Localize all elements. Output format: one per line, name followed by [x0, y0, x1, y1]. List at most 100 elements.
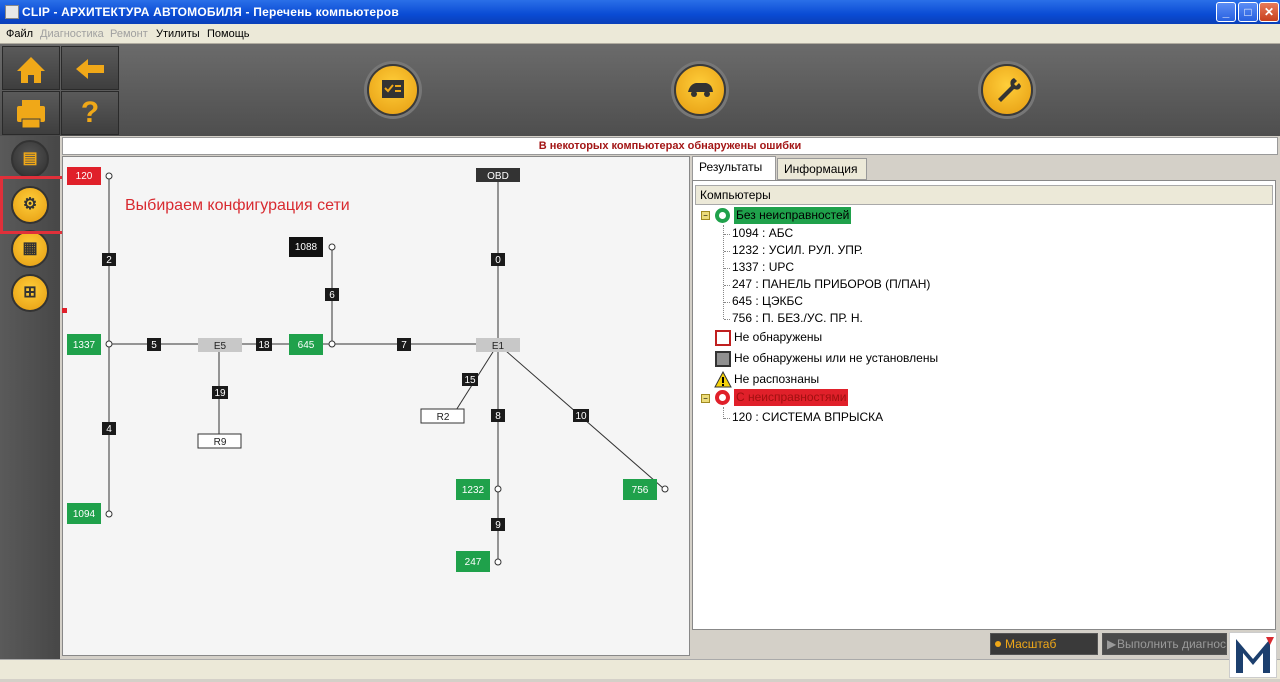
- ecu-node-label: 120: [76, 171, 93, 182]
- red-marker: [62, 308, 67, 313]
- tree-item[interactable]: 247 : ПАНЕЛЬ ПРИБОРОВ (П/ПАН): [732, 276, 930, 293]
- tab-results[interactable]: Результаты: [692, 156, 776, 181]
- menu-diagnostics[interactable]: Диагностика: [40, 28, 104, 40]
- resistor-node-label: R2: [437, 412, 450, 423]
- checklist-icon: [382, 80, 404, 98]
- junction-node-label: E5: [214, 341, 227, 352]
- tree-branch: [724, 319, 730, 320]
- tree-item[interactable]: 645 : ЦЭКБС: [732, 293, 803, 310]
- connector-dot: [494, 558, 502, 566]
- tab-information[interactable]: Информация: [777, 158, 867, 180]
- computers-tree: Компьютеры − Без неисправностей 1094 : А…: [692, 180, 1276, 630]
- connector-dot: [105, 340, 113, 348]
- resistor-node-label: R9: [214, 437, 227, 448]
- not-found-icon: [715, 330, 731, 346]
- tree-item[interactable]: 1232 : УСИЛ. РУЛ. УПР.: [732, 242, 863, 259]
- topology-icon: ⊞: [23, 284, 37, 301]
- menu-help[interactable]: Помощь: [207, 28, 250, 40]
- edge-label-15: 15: [464, 375, 476, 386]
- tree-branch: [724, 268, 730, 269]
- edge-label-10: 10: [575, 411, 587, 422]
- home-icon: [17, 57, 45, 83]
- help-button[interactable]: ?: [61, 91, 119, 135]
- group-unrecognized[interactable]: Не распознаны: [734, 371, 819, 388]
- connector-dot: [328, 340, 336, 348]
- window-title: CLIP - АРХИТЕКТУРА АВТОМОБИЛЯ - Перечень…: [22, 5, 399, 19]
- results-panel: Результаты Информация Компьютеры − Без н…: [692, 156, 1278, 630]
- connector-dot: [105, 172, 113, 180]
- edge-label-18: 18: [258, 340, 270, 351]
- edge-label-0: 0: [495, 255, 501, 266]
- tree-item[interactable]: 1094 : АБС: [732, 225, 793, 242]
- edge-labels: 2 4 5 18 6 7 19 0 15 8 10 9: [102, 253, 589, 531]
- home-button[interactable]: [2, 46, 60, 90]
- tree-branch: [724, 418, 730, 419]
- tree-item[interactable]: 756 : П. БЕЗ./УС. ПР. Н.: [732, 310, 863, 327]
- group-not-found[interactable]: Не обнаружены: [734, 329, 822, 346]
- scale-button-label: Масштаб: [1005, 637, 1057, 651]
- menu-utilities[interactable]: Утилиты: [156, 28, 200, 40]
- bottom-actions: Масштаб ▶ Выполнить диагностику: [692, 630, 1278, 658]
- ecu-node-label: 247: [465, 557, 482, 568]
- obd-node-label: OBD: [487, 171, 509, 182]
- tree-branch: [724, 285, 730, 286]
- ecu-node-label: 1232: [462, 485, 485, 496]
- network-nodes: 120 1337 1094 645 1088 E5 R9 OBD E1 R2 1…: [67, 167, 657, 572]
- edge-label-4: 4: [106, 424, 112, 435]
- report-button[interactable]: ▦: [11, 230, 49, 268]
- network-svg: 2 4 5 18 6 7 19 0 15 8 10 9 120 1337 109…: [67, 167, 669, 572]
- vehicle-diagnostic-button[interactable]: [674, 64, 726, 116]
- question-mark-icon: ?: [80, 96, 100, 129]
- group-faulty[interactable]: С неисправностями: [734, 389, 849, 406]
- tree-branch: [724, 251, 730, 252]
- tree-item[interactable]: 1337 : UPC: [732, 259, 794, 276]
- collapse-toggle[interactable]: −: [701, 394, 710, 403]
- tree-branch: [724, 302, 730, 303]
- connector-dot: [328, 243, 336, 251]
- back-button[interactable]: [61, 46, 119, 90]
- edge-label-19: 19: [214, 388, 226, 399]
- maximize-button[interactable]: □: [1238, 2, 1258, 22]
- bullet-icon: [995, 641, 1001, 647]
- print-button[interactable]: [2, 91, 60, 135]
- close-button[interactable]: ✕: [1259, 2, 1279, 22]
- menu-bar: Файл Диагностика Ремонт Утилиты Помощь: [0, 24, 1280, 44]
- tree-branch: [724, 234, 730, 235]
- group-not-installed[interactable]: Не обнаружены или не установлены: [734, 350, 938, 367]
- toolbar: ?: [0, 44, 1280, 136]
- scale-button[interactable]: Масштаб: [990, 633, 1098, 655]
- tree-header[interactable]: Компьютеры: [695, 185, 1273, 205]
- menu-repair[interactable]: Ремонт: [110, 28, 148, 40]
- edge-label-2: 2: [106, 255, 112, 266]
- wrench-icon: [998, 78, 1021, 102]
- app-icon: [5, 5, 19, 19]
- ecu-list-button[interactable]: ▤: [11, 140, 49, 178]
- tree-item[interactable]: 120 : СИСТЕМА ВПРЫСКА: [732, 409, 883, 426]
- tree-line: [723, 225, 724, 319]
- printer-icon: [17, 100, 45, 129]
- junction-node-label: E1: [492, 341, 505, 352]
- status-bar: [0, 659, 1280, 679]
- ok-status-icon: [715, 208, 730, 223]
- ecu-node-label: 1094: [73, 509, 96, 520]
- edge-label-9: 9: [495, 520, 501, 531]
- error-notice: В некоторых компьютерах обнаружены ошибк…: [62, 137, 1278, 155]
- topology-button[interactable]: ⊞: [11, 274, 49, 312]
- minimize-button[interactable]: _: [1216, 2, 1236, 22]
- edge-label-8: 8: [495, 411, 501, 422]
- run-diagnostics-label: Выполнить диагностику: [1117, 637, 1227, 651]
- network-diagram: 2 4 5 18 6 7 19 0 15 8 10 9 120 1337 109…: [62, 156, 690, 656]
- menu-file[interactable]: Файл: [6, 28, 33, 40]
- collapse-toggle[interactable]: −: [701, 211, 710, 220]
- edge-label-7: 7: [401, 340, 407, 351]
- watermark-logo: [1229, 632, 1277, 678]
- repair-tools-button[interactable]: [981, 64, 1033, 116]
- checklist-button[interactable]: [367, 64, 419, 116]
- edge-label-5: 5: [151, 340, 157, 351]
- ecu-node-label: 756: [632, 485, 649, 496]
- fault-status-icon: [715, 390, 730, 405]
- group-ok[interactable]: Без неисправностей: [734, 207, 852, 224]
- network-links: [108, 176, 664, 562]
- run-diagnostics-button[interactable]: ▶ Выполнить диагностику: [1102, 633, 1227, 655]
- edge-label-6: 6: [329, 290, 335, 301]
